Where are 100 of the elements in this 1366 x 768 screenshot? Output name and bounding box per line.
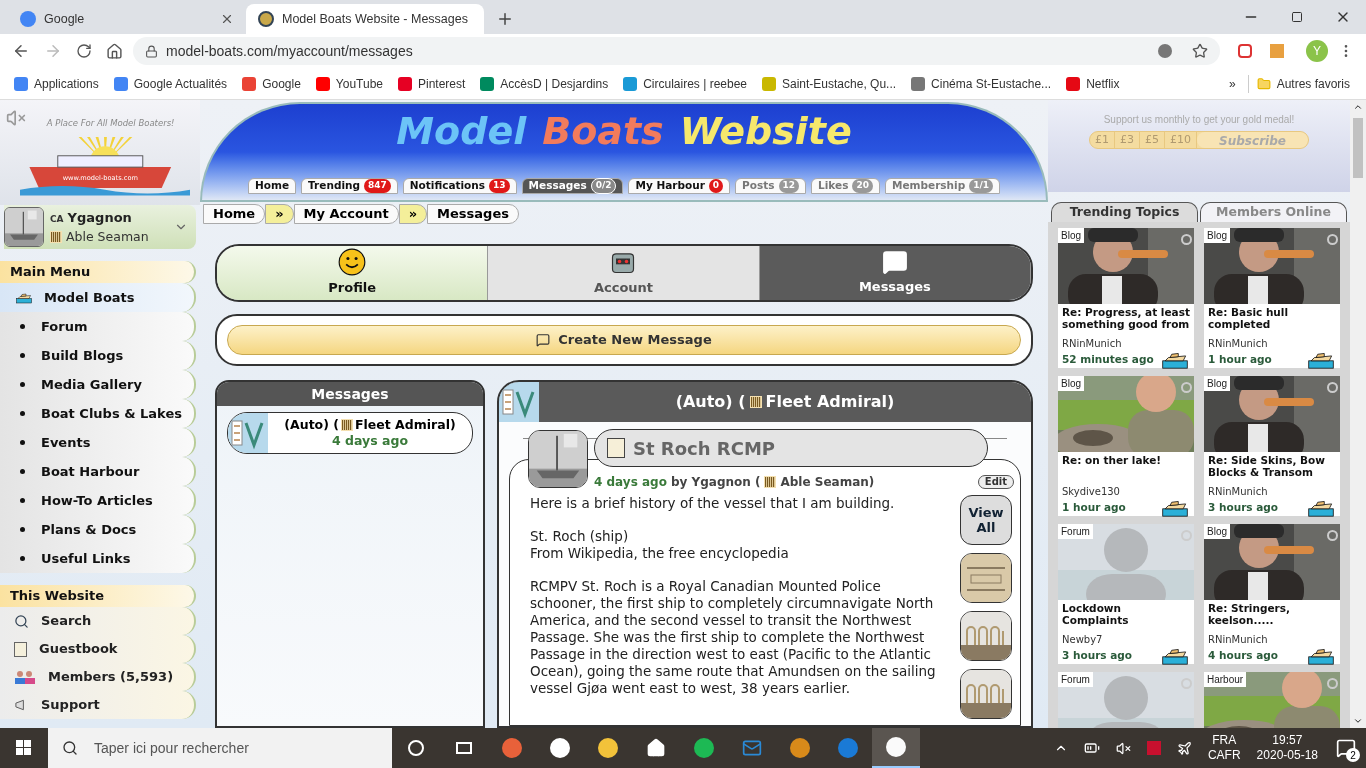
topic-author: RNinMunich	[1208, 485, 1269, 499]
account-tab[interactable]: Profile	[217, 246, 489, 300]
topic-time: 4 hours ago	[1208, 648, 1279, 664]
account-tab[interactable]: Account	[488, 246, 760, 300]
menu-item[interactable]: Events	[0, 428, 196, 457]
category-label: Blog	[1058, 228, 1084, 243]
favicon-icon	[762, 76, 776, 91]
menu-item[interactable]: Members (5,593)	[0, 663, 196, 691]
menu-item[interactable]: Boat Harbour	[0, 457, 196, 486]
bookmark[interactable]: Pinterest	[392, 74, 472, 93]
menu-item[interactable]: Boat Clubs & Lakes	[0, 399, 196, 428]
edit-button[interactable]: Edit	[977, 475, 1014, 489]
topic-card[interactable]: Forum	[1058, 672, 1194, 728]
breadcrumb-item[interactable]: Home	[203, 204, 266, 224]
message-time: 4 days ago	[332, 433, 408, 449]
breadcrumb-item[interactable]: Messages	[427, 204, 519, 224]
address-bar[interactable]: model-boats.com/myaccount/messages	[133, 37, 1220, 65]
menu-item[interactable]: Guestbook	[0, 635, 196, 663]
topic-card[interactable]: Blog Re: Side Skins, Bow Blocks & Transom RNinMunich 3 hours ago	[1204, 376, 1340, 516]
bookmark[interactable]: Google Actualités	[107, 74, 234, 93]
bookmark[interactable]: Autres favoris	[1247, 74, 1358, 93]
menu-item[interactable]: Plans & Docs	[0, 515, 196, 544]
back-icon[interactable]	[12, 42, 30, 60]
reload-icon[interactable]	[76, 43, 92, 59]
speech-bubble-icon	[881, 249, 908, 276]
more-bookmarks[interactable]: »	[1220, 74, 1244, 93]
taskbar-search-field[interactable]: Taper ici pour rechercher	[48, 728, 392, 768]
panel-tab[interactable]: Trending Topics	[1051, 202, 1198, 222]
close-icon[interactable]	[220, 12, 234, 26]
scrollbar-thumb[interactable]	[1353, 118, 1363, 178]
bookmark[interactable]: Cinéma St-Eustache...	[905, 74, 1058, 93]
nav-tab[interactable]: Posts 12	[735, 178, 807, 194]
menu-item[interactable]: Search	[0, 607, 196, 635]
category-label: Blog	[1204, 228, 1230, 243]
category-label: Blog	[1204, 376, 1230, 391]
breadcrumb-item[interactable]: My Account	[293, 204, 399, 224]
category-label: Forum	[1058, 524, 1093, 539]
topic-card[interactable]: Harbour	[1204, 672, 1340, 728]
message-item[interactable]: (Auto) ( Fleet Admiral) 4 days ago	[227, 412, 473, 454]
scroll-up-icon[interactable]	[1353, 102, 1363, 112]
topic-title: Re: Stringers, keelson.....	[1208, 602, 1291, 628]
nav-tab[interactable]: Membership 1/1	[885, 178, 1000, 194]
topic-card[interactable]: Blog Re: Basic hull completed RNinMunich 1 hour ago	[1204, 228, 1340, 368]
nav-tab[interactable]: My Harbour 0	[628, 178, 731, 194]
site-title-word: Model	[396, 109, 527, 153]
maximize-icon[interactable]	[1291, 11, 1303, 23]
people-icon	[14, 670, 36, 684]
nav-tab[interactable]: Home	[248, 178, 297, 194]
boat-icon	[1306, 499, 1336, 517]
post-author: by Ygagnon (	[670, 474, 761, 491]
scroll-down-icon[interactable]	[1353, 716, 1363, 726]
category-label: Harbour	[1204, 672, 1247, 687]
menu-item[interactable]: How-To Articles	[0, 486, 196, 515]
google-icon	[20, 11, 36, 27]
nav-tab[interactable]: Notifications 13	[402, 178, 517, 194]
topic-card[interactable]: Blog Re: on ther lake! Skydive130 1 hour ago	[1058, 376, 1194, 516]
bookmark[interactable]: Netflix	[1060, 74, 1126, 93]
nav-tab[interactable]: Likes 20	[811, 178, 880, 194]
volume-muted-icon[interactable]	[1115, 740, 1131, 756]
new-tab-icon[interactable]	[496, 10, 514, 28]
favicon-icon	[242, 76, 257, 91]
notifications-icon[interactable]	[1336, 738, 1356, 758]
bookmark[interactable]: Saint-Eustache, Qu...	[756, 74, 903, 93]
menu-item[interactable]: Build Blogs	[0, 341, 196, 370]
site-title-word: Website	[679, 109, 852, 153]
menu-item[interactable]: Model Boats	[0, 283, 196, 312]
home-icon[interactable]	[106, 42, 123, 60]
extension-icon[interactable]	[1238, 44, 1252, 58]
rank-stripes-icon	[341, 419, 353, 431]
account-tab[interactable]: Messages	[759, 246, 1031, 300]
rank-stripes-icon	[749, 396, 762, 408]
bookmark-star-icon[interactable]	[1192, 43, 1208, 59]
bookmark[interactable]: Circulaires | reebee	[617, 74, 753, 93]
taskbar-app-icon[interactable]	[872, 728, 920, 768]
view-all-button[interactable]: View All	[960, 495, 1012, 545]
bookmark[interactable]: AccèsD | Desjardins	[474, 74, 615, 93]
airplane-mode-icon[interactable]	[1176, 740, 1192, 756]
user-card[interactable]: CA Ygagnon Able Seaman	[4, 205, 196, 249]
topic-card[interactable]: Forum Lockdown Complaints Newby7 3 hours ago	[1058, 524, 1194, 664]
nav-tab[interactable]: Trending 847	[301, 178, 398, 194]
menu-item[interactable]: Media Gallery	[0, 370, 196, 399]
topic-card[interactable]: Blog Re: Progress, at least something good from RNinMunich 52 minutes ago	[1058, 228, 1194, 368]
nav-tab[interactable]: Messages 0/2	[521, 178, 624, 194]
menu-item[interactable]: Support	[0, 691, 196, 719]
language-indicator[interactable]: FRA CAFR	[1207, 733, 1241, 763]
menu-item[interactable]: Useful Links	[0, 544, 196, 573]
bullet-icon	[20, 556, 25, 561]
clock[interactable]: 19:57 2020-05-18	[1256, 733, 1318, 763]
bookmark[interactable]: Applications	[8, 74, 105, 93]
bookmark[interactable]: Google	[236, 74, 307, 93]
battery-icon[interactable]	[1083, 740, 1100, 756]
speech-bubble-icon	[536, 333, 551, 347]
apps-grid-icon	[14, 76, 28, 91]
menu-item[interactable]: Forum	[0, 312, 196, 341]
bookmark[interactable]: YouTube	[309, 74, 389, 93]
user-name: Ygagnon	[67, 208, 132, 227]
browser-tab[interactable]: Model Boats Website - Messages	[246, 4, 484, 34]
mute-icon[interactable]	[6, 108, 26, 128]
topic-card[interactable]: Blog Re: Stringers, keelson..... RNinMunich 4 hours ago	[1204, 524, 1340, 664]
create-message-button[interactable]: Create New Message	[227, 325, 1021, 355]
